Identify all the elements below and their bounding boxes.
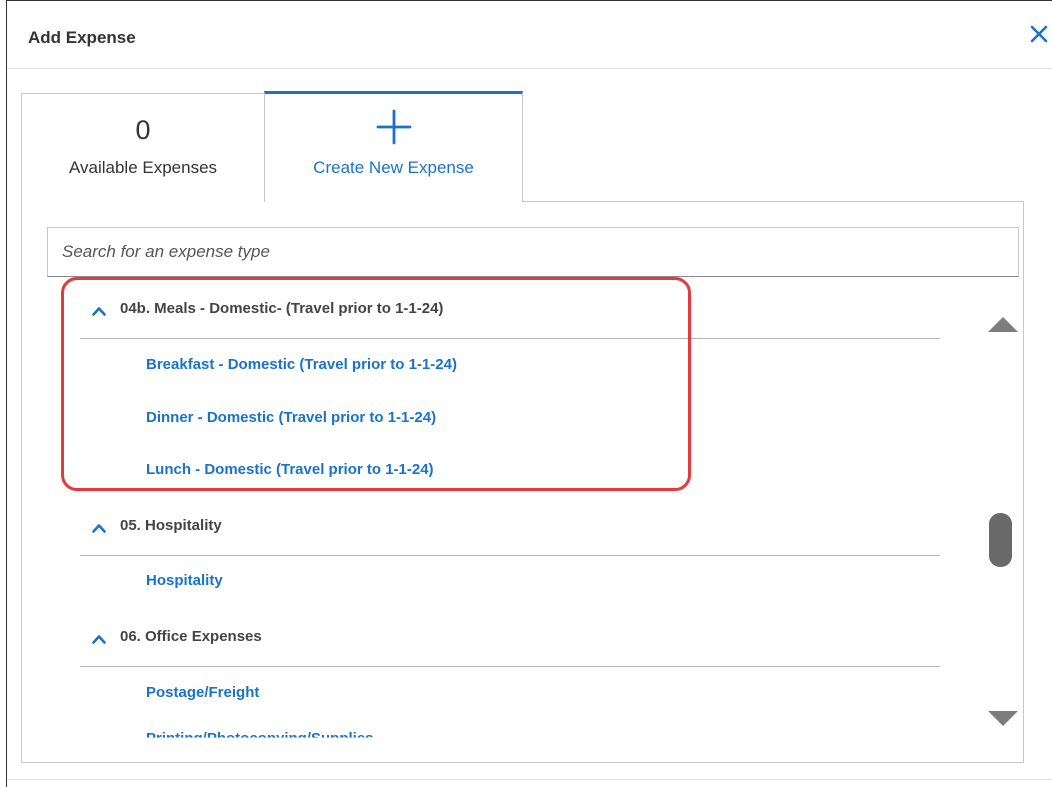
tab-create-new-expense[interactable]: Create New Expense <box>264 91 523 202</box>
group-header-office-expenses[interactable]: 06. Office Expenses <box>80 611 940 667</box>
scroll-thumb[interactable] <box>989 513 1012 567</box>
scroll-down-arrow-icon[interactable] <box>988 711 1018 727</box>
group-label: 04b. Meals - Domestic- (Travel prior to … <box>120 300 444 317</box>
expense-type-search-input[interactable] <box>47 227 1019 277</box>
group-header-meals-domestic[interactable]: 04b. Meals - Domestic- (Travel prior to … <box>80 283 940 339</box>
chevron-up-icon <box>92 307 106 316</box>
plus-icon <box>376 109 412 145</box>
chevron-up-icon <box>92 635 106 644</box>
scroll-up-arrow-icon[interactable] <box>988 316 1018 332</box>
dialog-header: Add Expense <box>7 1 1052 69</box>
chevron-up-icon <box>92 524 106 533</box>
group-label: 06. Office Expenses <box>120 628 262 645</box>
list-scrollbar[interactable] <box>976 291 1024 741</box>
expense-type-dinner-domestic[interactable]: Dinner - Domestic (Travel prior to 1-1-2… <box>146 409 436 426</box>
expense-type-printing[interactable]: Printing/Photocopying/Supplies <box>146 730 374 738</box>
dialog-title: Add Expense <box>28 28 136 47</box>
expense-type-breakfast-domestic[interactable]: Breakfast - Domestic (Travel prior to 1-… <box>146 356 457 373</box>
close-icon[interactable] <box>1028 22 1050 46</box>
expense-type-lunch-domestic[interactable]: Lunch - Domestic (Travel prior to 1-1-24… <box>146 461 434 478</box>
tab-available-expenses[interactable]: 0 Available Expenses <box>21 93 265 202</box>
expense-type-list: 04b. Meals - Domestic- (Travel prior to … <box>80 283 950 738</box>
dialog-footer-divider <box>7 779 1052 780</box>
expense-type-hospitality[interactable]: Hospitality <box>146 572 223 589</box>
group-label: 05. Hospitality <box>120 517 222 534</box>
tab-create-new-expense-label: Create New Expense <box>313 158 474 177</box>
available-expenses-count: 0 <box>135 115 151 145</box>
expense-type-postage-freight[interactable]: Postage/Freight <box>146 684 259 701</box>
tab-available-expenses-label: Available Expenses <box>68 158 218 177</box>
group-header-hospitality[interactable]: 05. Hospitality <box>80 500 940 556</box>
